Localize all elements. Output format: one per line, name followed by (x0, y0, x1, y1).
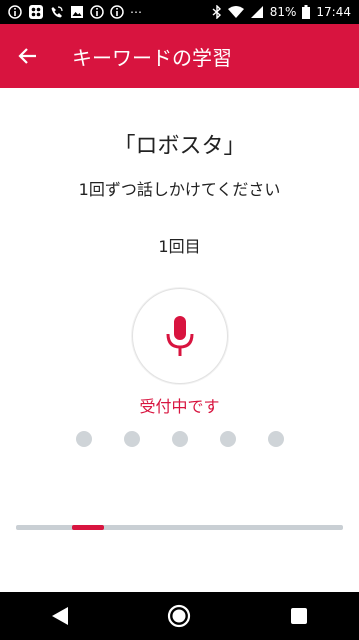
progress-dot (268, 431, 284, 447)
status-icons-right: 81% 17:44 (212, 5, 351, 19)
more-icon: ⋯ (130, 5, 142, 19)
back-button[interactable] (0, 24, 56, 88)
status-icons-left: ⋯ (8, 4, 142, 20)
clock: 17:44 (316, 5, 351, 19)
nav-home-icon (168, 604, 191, 628)
progress-dots (76, 431, 284, 447)
app-bar: キーワードの学習 (0, 24, 359, 88)
wifi-calling-icon (50, 5, 64, 19)
progress-dot (172, 431, 188, 447)
battery-icon (302, 5, 311, 19)
nav-back-button[interactable] (36, 592, 84, 640)
progress-dot (220, 431, 236, 447)
attempt-count: 1回目 (158, 237, 201, 256)
arrow-back-icon (18, 48, 36, 64)
nav-home-button[interactable] (155, 592, 203, 640)
grid-icon (28, 4, 44, 20)
keyword-text: 「ロボスタ」 (113, 134, 246, 159)
instruction-text: 1回ずつ話しかけてください (78, 180, 281, 199)
nav-recents-button[interactable] (275, 592, 323, 640)
info-icon (110, 5, 124, 19)
progress-dot (124, 431, 140, 447)
nav-recents-icon (291, 608, 308, 624)
progress-dot (76, 431, 92, 447)
battery-percent: 81% (269, 5, 297, 19)
microphone-icon (166, 316, 194, 356)
bluetooth-icon (212, 5, 222, 19)
signal-icon (250, 5, 264, 19)
progress-bar (16, 525, 343, 530)
info-icon (8, 5, 22, 19)
image-icon (70, 5, 84, 19)
microphone-button[interactable] (132, 288, 228, 384)
page-title: キーワードの学習 (72, 45, 232, 70)
progress-fill (71, 525, 105, 530)
wifi-icon (227, 5, 244, 19)
navigation-bar (0, 592, 359, 640)
nav-back-icon (51, 607, 68, 625)
info-icon (90, 5, 104, 19)
listening-status: 受付中です (139, 397, 220, 416)
status-bar: ⋯ 81% 17:44 (0, 0, 359, 24)
